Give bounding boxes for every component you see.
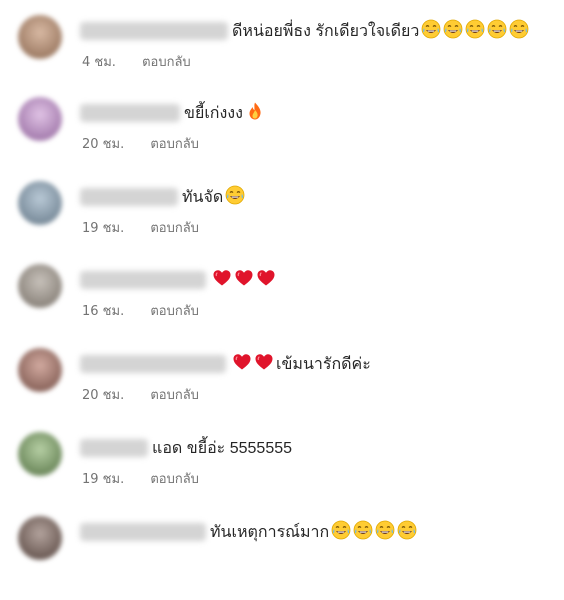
comment-time: 16 ชม. (82, 304, 125, 319)
comment-time: 19 ชม. (82, 221, 125, 236)
username-blurred[interactable] (80, 523, 206, 541)
comment-emoji-row (419, 19, 529, 43)
laugh-cry-icon (353, 520, 373, 544)
comment-text: ทันเหตุการณ์มาก (210, 523, 330, 541)
comment-item: เข้มนารักดีค่ะ 20 ชม. ตอบกลับ (0, 348, 564, 432)
comment-line (80, 266, 276, 294)
comment-line: ทันจัด (80, 183, 245, 211)
comment-item: ขยี้เก่งงง 20 ชม. ตอบกลับ (0, 97, 564, 181)
comment-line: ขยี้เก่งงง (80, 99, 265, 127)
reply-button[interactable]: ตอบกลับ (142, 55, 191, 70)
comment-line: แอด ขยี้อ่ะ 5555555 (80, 434, 292, 462)
comment-meta: 19 ชม. ตอบกลับ (82, 217, 199, 238)
avatar[interactable] (18, 264, 62, 308)
laugh-cry-icon (331, 520, 351, 544)
comment-time: 20 ชม. (82, 137, 125, 152)
laugh-cry-icon (487, 19, 507, 43)
username-blurred[interactable] (80, 22, 228, 40)
comment-text: ขยี้เก่งงง (184, 104, 243, 122)
laugh-cry-icon (509, 19, 529, 43)
laugh-cry-icon (225, 185, 245, 209)
red-heart-icon (232, 352, 252, 376)
avatar[interactable] (18, 15, 62, 59)
comment-emoji-row (210, 268, 276, 292)
avatar[interactable] (18, 516, 62, 560)
comment-meta: 20 ชม. ตอบกลับ (82, 133, 199, 154)
avatar[interactable] (18, 97, 62, 141)
comment-meta: 20 ชม. ตอบกลับ (82, 384, 199, 405)
username-blurred[interactable] (80, 439, 148, 457)
red-heart-icon (256, 268, 276, 292)
comment-text: ดีหน่อยพี่ธง รักเดียวใจเดียว (232, 22, 420, 40)
comment-item: แอด ขยี้อ่ะ 5555555 19 ชม. ตอบกลับ (0, 432, 564, 516)
comment-emoji-row (230, 352, 274, 376)
comment-item: ทันเหตุการณ์มาก (0, 516, 564, 600)
avatar[interactable] (18, 348, 62, 392)
comment-item: ทันจัด 19 ชม. ตอบกลับ (0, 181, 564, 265)
comment-meta: 16 ชม. ตอบกลับ (82, 300, 199, 321)
comment-time: 19 ชม. (82, 472, 125, 487)
red-heart-icon (234, 268, 254, 292)
comment-time: 4 ชม. (82, 55, 116, 70)
laugh-cry-icon (421, 19, 441, 43)
comment-line: เข้มนารักดีค่ะ (80, 350, 371, 378)
username-blurred[interactable] (80, 271, 206, 289)
comment-line: ดีหน่อยพี่ธง รักเดียวใจเดียว (80, 17, 529, 45)
comment-emoji-row (223, 185, 245, 209)
comment-time: 20 ชม. (82, 388, 125, 403)
reply-button[interactable]: ตอบกลับ (150, 388, 199, 403)
comment-line: ทันเหตุการณ์มาก (80, 518, 417, 546)
comment-text: เข้มนารักดีค่ะ (276, 355, 371, 373)
red-heart-icon (254, 352, 274, 376)
username-blurred[interactable] (80, 188, 178, 206)
fire-icon (245, 101, 265, 125)
avatar[interactable] (18, 432, 62, 476)
red-heart-icon (212, 268, 232, 292)
laugh-cry-icon (443, 19, 463, 43)
reply-button[interactable]: ตอบกลับ (150, 472, 199, 487)
comment-text: ทันจัด (182, 188, 224, 206)
laugh-cry-icon (375, 520, 395, 544)
comment-meta: 19 ชม. ตอบกลับ (82, 468, 199, 489)
reply-button[interactable]: ตอบกลับ (150, 221, 199, 236)
laugh-cry-icon (397, 520, 417, 544)
reply-button[interactable]: ตอบกลับ (150, 304, 199, 319)
avatar[interactable] (18, 181, 62, 225)
comment-item: ดีหน่อยพี่ธง รักเดียวใจเดียว 4 ชม. ตอบกล… (0, 15, 564, 99)
comment-meta: 4 ชม. ตอบกลับ (82, 51, 191, 72)
comment-item: 16 ชม. ตอบกลับ (0, 264, 564, 348)
comment-emoji-row (329, 520, 417, 544)
username-blurred[interactable] (80, 355, 226, 373)
laugh-cry-icon (465, 19, 485, 43)
comment-text: แอด ขยี้อ่ะ 5555555 (152, 439, 293, 457)
username-blurred[interactable] (80, 104, 180, 122)
reply-button[interactable]: ตอบกลับ (150, 137, 199, 152)
comment-emoji-row (243, 101, 265, 125)
